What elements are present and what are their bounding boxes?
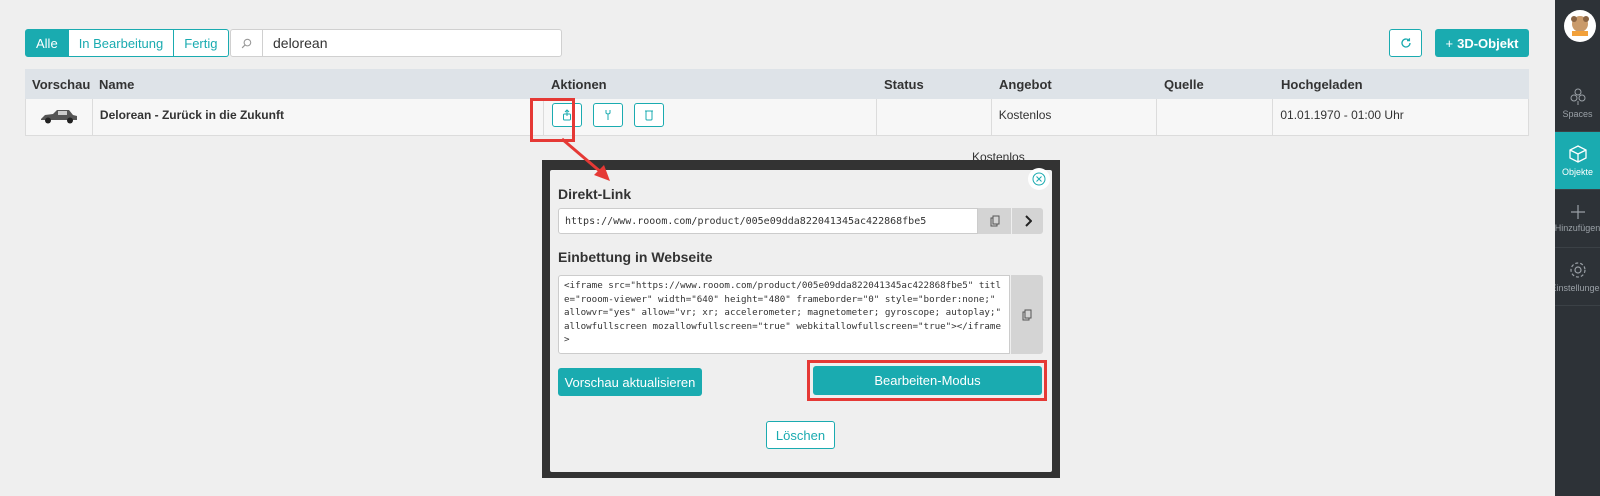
ghost-offer: Kostenlos (972, 150, 1025, 162)
edit-button[interactable] (593, 103, 624, 127)
header-status: Status (884, 76, 924, 92)
add-3d-object-label: 3D-Objekt (1457, 35, 1519, 51)
offer-cell: Kostenlos (992, 99, 1157, 135)
filter-in-progress-button[interactable]: In Bearbeitung (68, 29, 175, 57)
embed-code-field[interactable]: <iframe src="https://www.rooom.com/produ… (558, 275, 1010, 354)
table-header: Vorschau Name Aktionen Status Angebot Qu… (25, 69, 1529, 99)
wrench-icon (605, 110, 611, 120)
header-actions: Aktionen (551, 76, 607, 92)
spaces-icon (1570, 88, 1585, 105)
status-cell (877, 99, 992, 135)
status-filter-group: Alle In Bearbeitung Fertig (25, 29, 229, 57)
source-cell (1157, 99, 1274, 135)
search-icon (231, 30, 263, 56)
sidebar-item-settings[interactable]: Einstellungen (1555, 248, 1600, 306)
plus-icon: + (1445, 35, 1454, 51)
sidebar-item-objects[interactable]: Objekte (1555, 132, 1600, 190)
share-highlight (530, 98, 575, 142)
objects-icon (1568, 144, 1587, 163)
header-name: Name (99, 76, 135, 92)
close-icon[interactable] (1028, 168, 1050, 190)
refresh-icon (1400, 38, 1411, 48)
search-input[interactable] (263, 30, 561, 56)
trash-icon (645, 110, 654, 121)
table-row[interactable]: Delorean - Zurück in die Zukunft Kostenl… (25, 99, 1529, 136)
open-link-button[interactable] (1012, 208, 1043, 234)
direct-link-title: Direkt-Link (558, 186, 632, 202)
refresh-button[interactable] (1389, 29, 1422, 57)
copy-icon (1022, 309, 1032, 320)
add-3d-object-button[interactable]: + 3D-Objekt (1435, 29, 1529, 57)
annotation-arrow (561, 137, 610, 181)
actions-cell (544, 99, 877, 135)
name-cell: Delorean - Zurück in die Zukunft (93, 99, 545, 135)
avatar-image (1571, 16, 1589, 36)
embed-title: Einbettung in Webseite (558, 249, 713, 265)
objects-table: Vorschau Name Aktionen Status Angebot Qu… (25, 69, 1529, 136)
copy-embed-button[interactable] (1011, 275, 1043, 354)
filter-all-button[interactable]: Alle (25, 29, 69, 57)
plus-icon (1570, 204, 1585, 219)
sidebar-item-label: Spaces (1562, 108, 1593, 119)
sidebar-item-label: Objekte (1561, 166, 1594, 177)
copy-icon (990, 215, 999, 227)
header-uploaded: Hochgeladen (1281, 76, 1363, 92)
search-box (230, 29, 562, 57)
object-name: Delorean - Zurück in die Zukunft (99, 108, 284, 122)
copy-link-button[interactable] (978, 208, 1011, 234)
car-thumbnail (41, 110, 77, 124)
delete-row-button[interactable] (634, 103, 665, 127)
sidebar-item-spaces[interactable]: Spaces (1555, 74, 1600, 132)
header-source: Quelle (1164, 76, 1204, 92)
direct-link-field[interactable]: https://www.rooom.com/product/005e09dda8… (558, 208, 978, 234)
filter-done-button[interactable]: Fertig (174, 29, 229, 57)
header-preview: Vorschau (32, 76, 91, 92)
header-offer: Angebot (999, 76, 1052, 92)
delete-button[interactable]: Löschen (766, 421, 835, 449)
chevron-right-icon (1024, 215, 1032, 227)
refresh-preview-button[interactable]: Vorschau aktualisieren (558, 368, 702, 396)
sidebar-item-add[interactable]: Hinzufügen (1555, 190, 1600, 248)
gear-icon (1569, 261, 1586, 278)
preview-cell (26, 99, 93, 135)
uploaded-cell: 01.01.1970 - 01:00 Uhr (1280, 108, 1404, 122)
sidebar-item-label: Einstellungen (1555, 282, 1600, 293)
edit-mode-button[interactable]: Bearbeiten-Modus (813, 366, 1042, 395)
avatar[interactable] (1564, 10, 1596, 42)
sidebar-item-label: Hinzufügen (1555, 222, 1600, 233)
